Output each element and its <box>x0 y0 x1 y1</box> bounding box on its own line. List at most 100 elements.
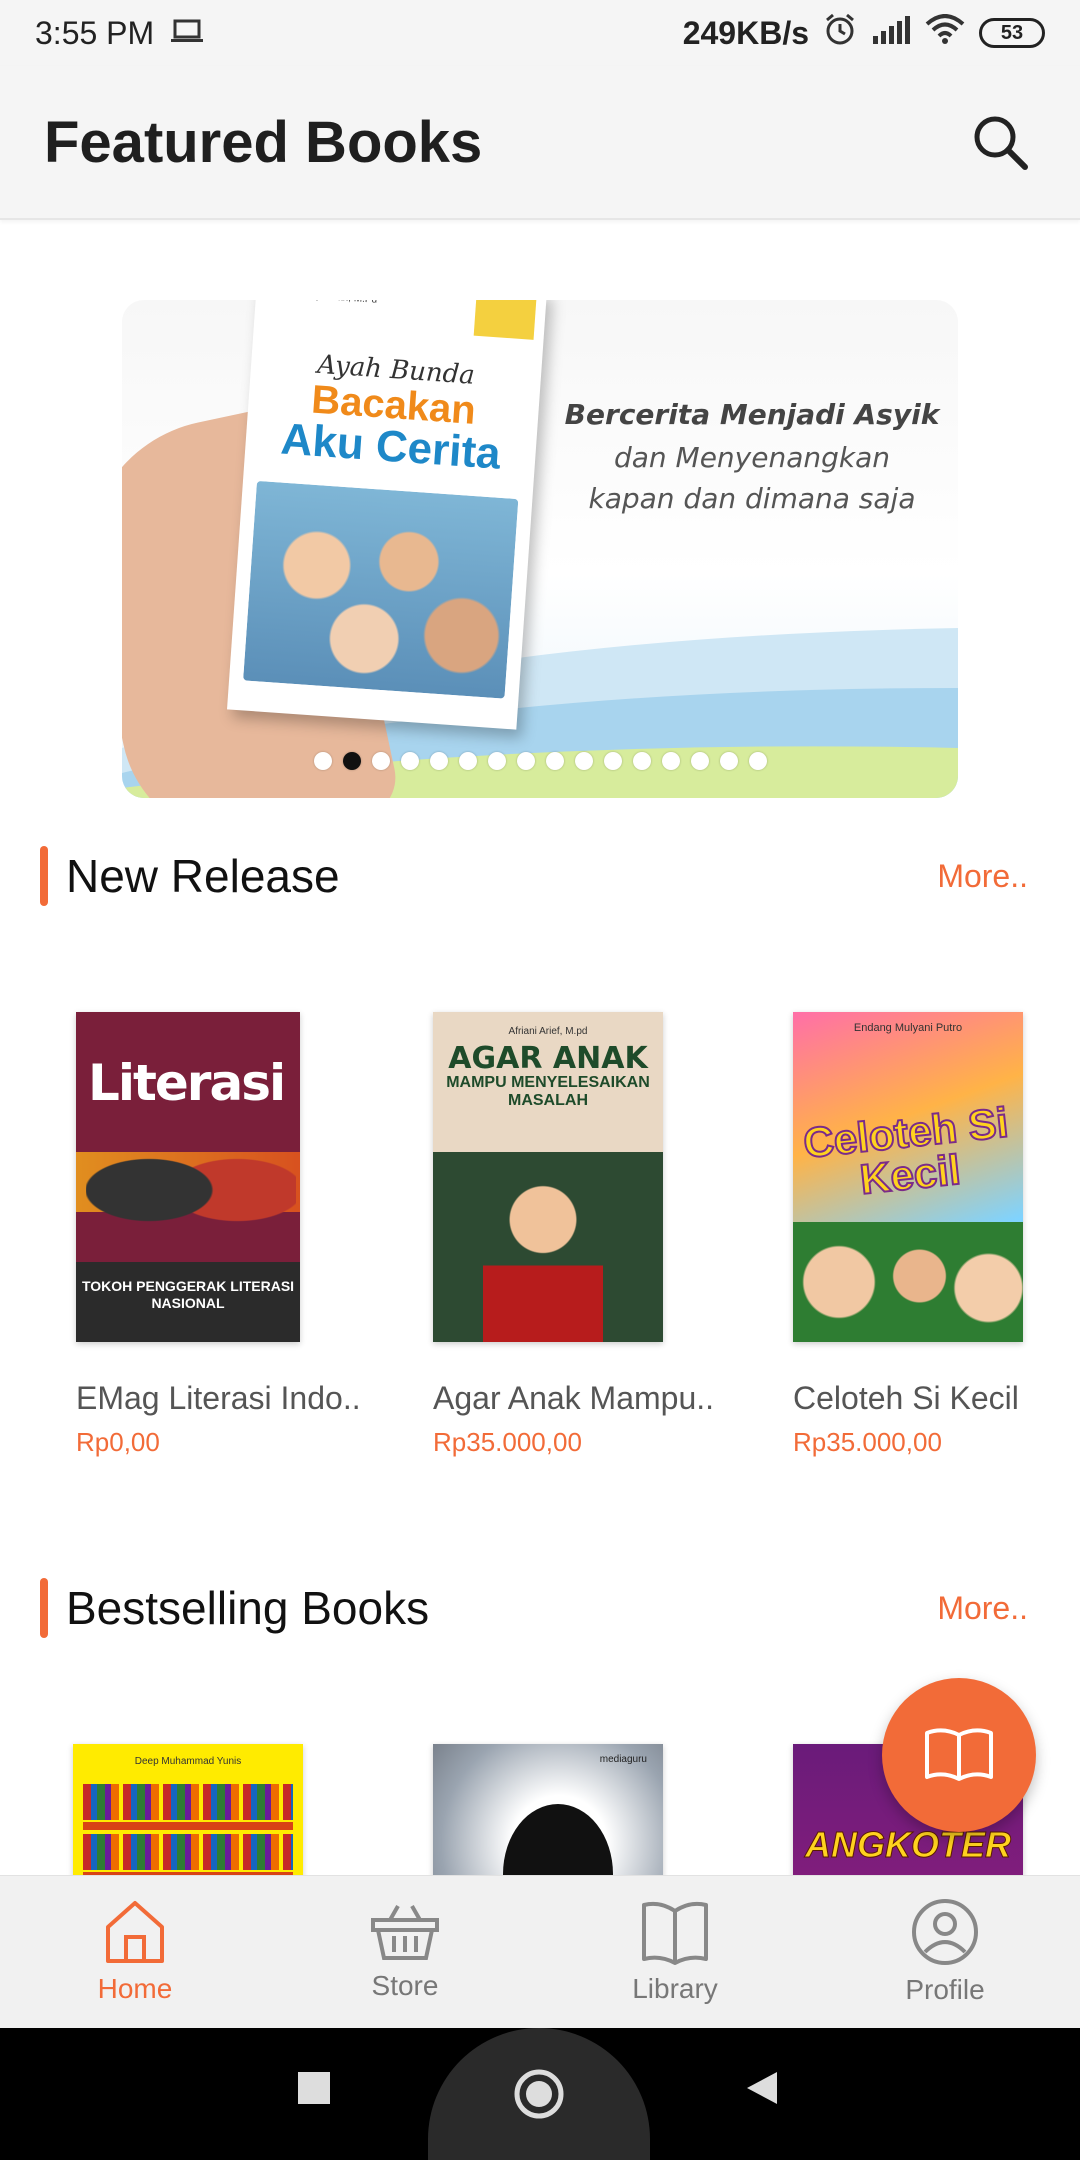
book-title: Agar Anak Mampu.. <box>433 1380 715 1416</box>
page-title: Featured Books <box>44 109 483 175</box>
cover-bookshelf <box>83 1784 293 1820</box>
banner-book-photo <box>243 480 519 699</box>
section-accent-bar <box>40 846 48 906</box>
more-link-new-release[interactable]: More.. <box>937 858 1028 895</box>
banner-tagline-1: Bercerita Menjadi Asyik <box>564 398 940 431</box>
book-price: Rp35.000,00 <box>433 1427 582 1457</box>
cover-publisher-logo: mediaguru <box>599 1754 647 1765</box>
more-link-bestselling[interactable]: More.. <box>937 1590 1028 1627</box>
carousel-dot[interactable] <box>342 752 361 770</box>
book-title: EMag Literasi Indo.. <box>76 1380 361 1416</box>
banner-carousel[interactable]: Wiwik Puspitasari, M.Pd Ayah Bunda Bacak… <box>122 300 958 798</box>
banner-tagline-3: kapan dan dimana saja <box>588 482 916 515</box>
section-title-new-release: New Release <box>66 850 340 902</box>
cover-author: Afriani Arief, M.pd <box>508 1026 588 1037</box>
carousel-dot[interactable] <box>574 752 593 770</box>
status-time: 3:55 PM <box>35 14 155 51</box>
cover-title: AGAR ANAK <box>448 1041 648 1076</box>
book-price: Rp35.000,00 <box>793 1427 942 1457</box>
carousel-dot[interactable] <box>719 752 738 770</box>
book-card[interactable]: mediaguru <box>433 1744 733 1875</box>
cover-photo <box>793 1222 1023 1342</box>
search-button[interactable] <box>964 106 1036 178</box>
cover-footer-text: TOKOH PENGGERAK LITERASI NASIONAL <box>76 1262 300 1342</box>
battery-icon: 53 <box>979 18 1045 48</box>
cover-subtitle: MAMPU MENYELESAIKAN MASALAH <box>446 1073 650 1109</box>
cover-photo <box>483 1172 603 1342</box>
banner-book-cover: Wiwik Puspitasari, M.Pd Ayah Bunda Bacak… <box>227 300 547 730</box>
bottom-navigation: Home Store Library Profile <box>0 1875 1080 2028</box>
carousel-dot[interactable] <box>603 752 622 770</box>
open-reader-fab[interactable] <box>882 1678 1036 1832</box>
open-book-icon <box>925 1728 993 1781</box>
search-icon <box>974 116 1028 170</box>
circle-icon <box>514 2069 564 2119</box>
profile-icon <box>912 1899 978 1965</box>
book-card[interactable]: Endang Mulyani Putro Celoteh Si Kecil Ce… <box>793 1012 1080 1458</box>
recent-apps-button[interactable] <box>296 2070 332 2106</box>
carousel-dot[interactable] <box>429 752 448 770</box>
nav-library[interactable]: Library <box>540 1876 810 2028</box>
book-title: Celoteh Si Kecil <box>793 1380 1019 1416</box>
book-card[interactable]: Literasi TOKOH PENGGERAK LITERASI NASION… <box>76 1012 376 1458</box>
book-price: Rp0,00 <box>76 1427 160 1457</box>
home-icon <box>106 1901 164 1963</box>
cover-title: Celoteh Si Kecil <box>800 1098 1011 1204</box>
cover-top-strip <box>76 1012 300 1024</box>
section-header-bestselling: Bestselling Books More.. <box>40 1578 1040 1638</box>
cover-photo <box>86 1142 296 1262</box>
nav-profile[interactable]: Profile <box>810 1876 1080 2028</box>
section-title-bestselling: Bestselling Books <box>66 1582 430 1634</box>
section-accent-bar <box>40 1578 48 1638</box>
carousel-dot[interactable] <box>545 752 564 770</box>
carousel-indicator <box>122 752 958 770</box>
home-button[interactable] <box>511 2066 567 2122</box>
basket-icon <box>371 1905 439 1960</box>
app-bar: Featured Books <box>0 66 1080 220</box>
carousel-dot[interactable] <box>516 752 535 770</box>
cover-figure <box>503 1804 613 1875</box>
nav-label-store: Store <box>371 1970 439 2001</box>
nav-label-home: Home <box>97 1973 173 2004</box>
carousel-dot[interactable] <box>487 752 506 770</box>
cover-author: Endang Mulyani Putro <box>853 1022 963 1034</box>
nav-store[interactable]: Store <box>270 1876 540 2028</box>
carousel-dot[interactable] <box>313 752 332 770</box>
cover-title: ANGKOTER <box>805 1824 1012 1866</box>
cover-shelf <box>83 1822 293 1830</box>
book-icon <box>642 1901 708 1965</box>
book-cover: Deep Muhammad Yunis <box>73 1744 303 1875</box>
book-card[interactable]: Afriani Arief, M.pd AGAR ANAK MAMPU MENY… <box>433 1012 733 1458</box>
carousel-dot[interactable] <box>400 752 419 770</box>
cover-bookshelf <box>83 1834 293 1870</box>
banner-book-tag <box>473 300 537 340</box>
status-bar: 3:55 PM 249KB/s 53 <box>0 0 1080 66</box>
network-speed: 249KB/s <box>682 14 809 51</box>
nav-home[interactable]: Home <box>0 1876 270 2028</box>
nav-label-library: Library <box>632 1973 718 2004</box>
status-indicators: 249KB/s 53 <box>683 12 1045 54</box>
book-card[interactable]: Deep Muhammad Yunis <box>73 1744 373 1875</box>
system-navigation-bar <box>0 2028 1080 2160</box>
wifi-icon <box>925 14 965 52</box>
book-cover: Literasi TOKOH PENGGERAK LITERASI NASION… <box>76 1012 300 1342</box>
carousel-dot[interactable] <box>371 752 390 770</box>
alarm-icon <box>823 12 857 54</box>
book-cover: Endang Mulyani Putro Celoteh Si Kecil <box>793 1012 1023 1342</box>
carousel-dot[interactable] <box>748 752 767 770</box>
section-header-new-release: New Release More.. <box>40 846 1040 906</box>
cover-author: Deep Muhammad Yunis <box>134 1756 242 1767</box>
carousel-dot[interactable] <box>458 752 477 770</box>
carousel-dot[interactable] <box>690 752 709 770</box>
carousel-dot[interactable] <box>632 752 651 770</box>
back-button[interactable] <box>742 2068 782 2108</box>
carousel-dot[interactable] <box>661 752 680 770</box>
banner-tagline-2: dan Menyenangkan <box>613 441 891 474</box>
banner-tagline: Bercerita Menjadi Asyik dan Menyenangkan… <box>562 398 942 515</box>
back-triangle-icon <box>747 2072 777 2104</box>
square-icon <box>298 2072 330 2104</box>
book-cover: Afriani Arief, M.pd AGAR ANAK MAMPU MENY… <box>433 1012 663 1342</box>
signal-icon <box>871 15 911 52</box>
book-cover: mediaguru <box>433 1744 663 1875</box>
nav-label-profile: Profile <box>905 1974 985 2005</box>
